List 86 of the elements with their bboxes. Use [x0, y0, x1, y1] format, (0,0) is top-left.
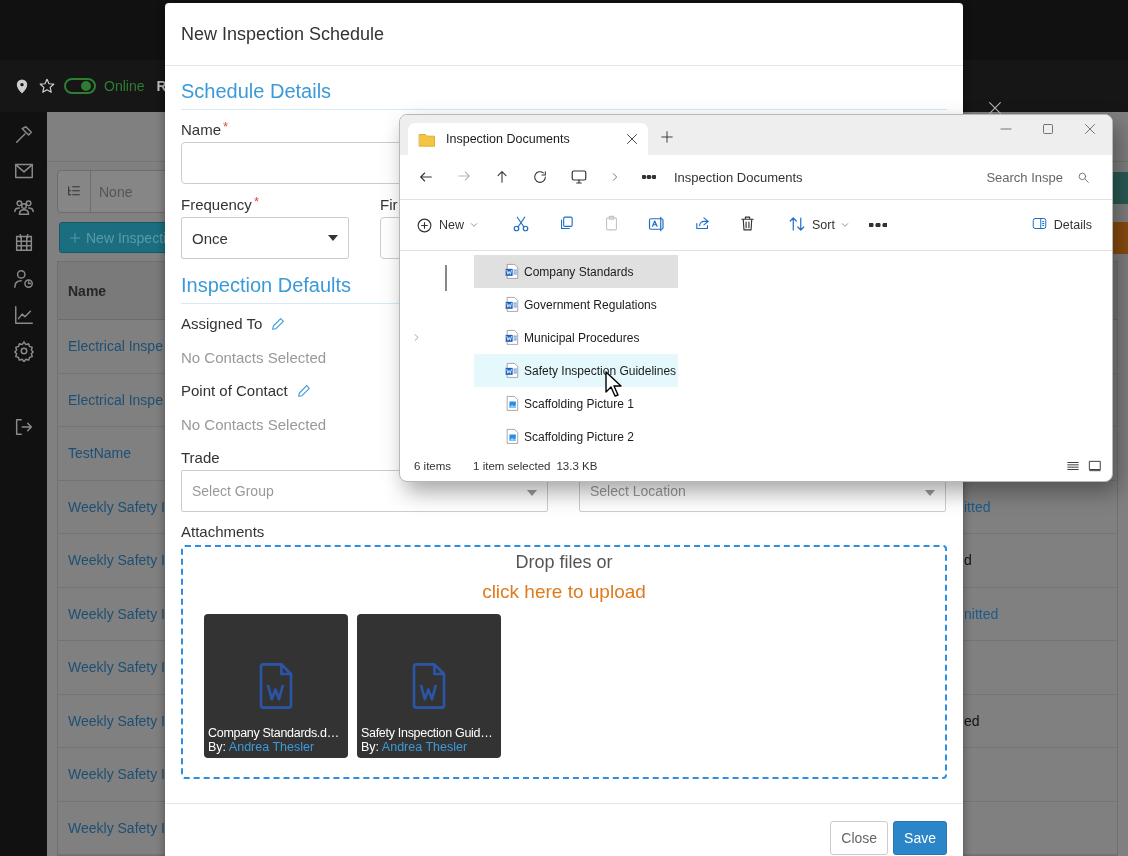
- sort-icon: [788, 214, 806, 233]
- close-icon[interactable]: [626, 133, 638, 145]
- list-view-icon[interactable]: [1066, 459, 1080, 473]
- save-button[interactable]: Save: [893, 821, 947, 855]
- word-file-icon: [505, 329, 519, 346]
- field-label: Point of Contact: [181, 381, 288, 401]
- copy-icon[interactable]: [558, 215, 575, 232]
- new-button[interactable]: New: [416, 216, 478, 234]
- refresh-icon[interactable]: [532, 169, 548, 185]
- empty-contacts-text: No Contacts Selected: [181, 415, 327, 435]
- item-count: 6 items: [414, 460, 452, 472]
- breadcrumb-item[interactable]: Inspection Documents: [674, 169, 803, 185]
- field-label: Fir: [380, 195, 398, 215]
- status-cell-text: d: [964, 552, 973, 569]
- up-icon[interactable]: [494, 169, 510, 185]
- required-mark: *: [223, 120, 229, 134]
- rename-icon[interactable]: [648, 214, 666, 233]
- share-icon[interactable]: [694, 215, 711, 232]
- chevron-down-icon: [840, 221, 849, 229]
- section-heading: Schedule Details: [181, 73, 947, 110]
- selection-status: 1 item selected: [473, 460, 551, 472]
- gear-icon[interactable]: [12, 340, 35, 362]
- dialog-title: New Inspection Schedule: [181, 23, 385, 45]
- close-icon[interactable]: [987, 100, 1003, 116]
- more-icon[interactable]: [868, 223, 887, 227]
- more-icon[interactable]: [642, 175, 656, 179]
- explorer-tab[interactable]: Inspection Documents: [408, 123, 648, 155]
- image-file-icon: [505, 395, 519, 412]
- author-line: By: Andrea Thesler: [208, 740, 316, 754]
- details-button[interactable]: Details: [1030, 216, 1092, 234]
- delete-icon[interactable]: [739, 215, 756, 232]
- file-row[interactable]: Municipal Procedures: [474, 321, 678, 354]
- status-cell-text: nitted: [964, 605, 1000, 622]
- caret-icon: [328, 235, 338, 241]
- required-mark: *: [253, 195, 259, 209]
- word-file-icon: [505, 263, 519, 280]
- chart-icon[interactable]: [12, 304, 35, 326]
- star-icon[interactable]: [38, 77, 56, 95]
- file-row[interactable]: Scaffolding Picture 2: [474, 420, 678, 453]
- plus-circle-icon: [416, 216, 433, 234]
- search-icon: [1077, 170, 1090, 184]
- empty-contacts-text: No Contacts Selected: [181, 348, 327, 368]
- file-name: Safety Inspection Guid…: [361, 726, 494, 740]
- field-label: Attachments: [181, 522, 265, 542]
- pencil-icon[interactable]: [295, 383, 312, 399]
- attachment-card[interactable]: Company Standards.d… By: Andrea Thesler: [204, 614, 348, 758]
- sort-button[interactable]: Sort: [788, 214, 849, 236]
- file-row[interactable]: Safety Inspection Guidelines: [474, 354, 678, 387]
- field-label: Assigned To: [181, 314, 263, 334]
- word-file-icon: [505, 362, 519, 379]
- status-cell-text: itted: [964, 498, 992, 515]
- file-name: Company Standards.d…: [208, 726, 340, 740]
- new-tab-icon[interactable]: [660, 130, 674, 144]
- field-label: Name: [181, 120, 221, 140]
- cut-icon[interactable]: [512, 214, 530, 233]
- status-label: Online: [104, 78, 145, 94]
- close-button[interactable]: Close: [830, 821, 889, 855]
- author-line: By: Andrea Thesler: [361, 740, 469, 754]
- attachment-card[interactable]: Safety Inspection Guid… By: Andrea Thesler: [357, 614, 501, 758]
- online-toggle[interactable]: [64, 78, 96, 94]
- monitor-icon[interactable]: [570, 168, 588, 186]
- column-header: Name: [68, 282, 107, 299]
- field-label: Trade: [181, 448, 220, 468]
- maximize-icon[interactable]: [1042, 123, 1054, 135]
- search-field[interactable]: Search Inspe: [986, 169, 1112, 185]
- details-pane-icon: [1030, 216, 1048, 231]
- caret-icon: [925, 490, 935, 496]
- plus-icon: [68, 230, 82, 245]
- word-file-icon: [505, 296, 519, 313]
- back-icon[interactable]: [418, 169, 434, 185]
- chevron-down-icon: [470, 221, 478, 229]
- caret-icon: [527, 490, 537, 496]
- status-cell-text: ed: [964, 712, 981, 729]
- folder-icon: [418, 131, 436, 147]
- pencil-icon[interactable]: [270, 316, 287, 332]
- tiles-view-icon[interactable]: [1088, 459, 1102, 473]
- file-row[interactable]: Company Standards: [474, 255, 678, 288]
- drop-zone[interactable]: Drop files or click here to upload Company Standards.d… By: Andrea Thesler Safety Inspection Guid… By: Andrea Thesler: [181, 545, 947, 779]
- user-clock-icon[interactable]: [12, 268, 35, 290]
- tab-title: Inspection Documents: [446, 132, 571, 146]
- drop-text: Drop files or: [515, 552, 613, 573]
- file-row[interactable]: Scaffolding Picture 1: [474, 387, 678, 420]
- image-file-icon: [505, 428, 519, 445]
- location-pin-icon: [14, 78, 30, 94]
- frequency-select[interactable]: Once: [181, 217, 349, 259]
- selection-size: 13.3 KB: [556, 460, 598, 472]
